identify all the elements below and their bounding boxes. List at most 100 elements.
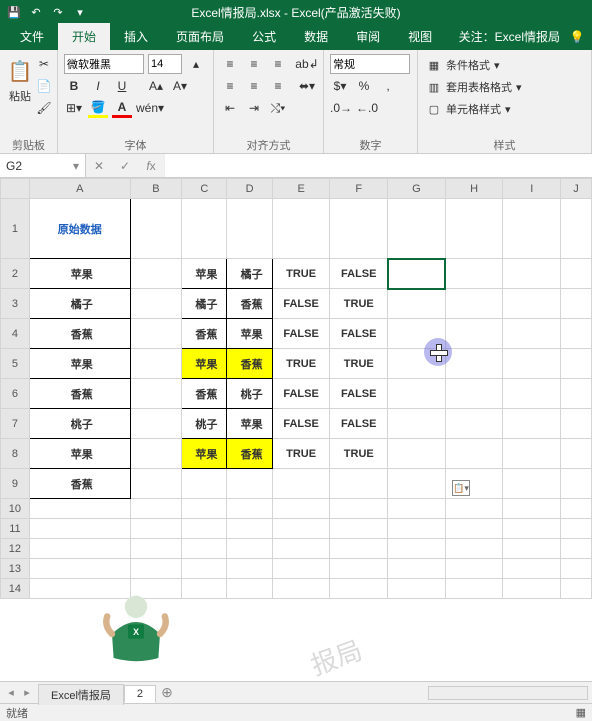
cut-icon[interactable]: ✂ [34, 54, 54, 74]
cell[interactable] [330, 499, 388, 519]
cell[interactable]: TRUE [272, 259, 330, 289]
row-header[interactable]: 7 [1, 409, 30, 439]
cell[interactable]: 香蕉 [227, 349, 272, 379]
cell[interactable] [503, 289, 561, 319]
currency-icon[interactable]: $▾ [330, 76, 350, 96]
cell[interactable] [330, 469, 388, 499]
undo-icon[interactable]: ↶ [28, 4, 44, 20]
redo-icon[interactable]: ↷ [50, 4, 66, 20]
indent-inc-icon[interactable]: ⇥ [244, 98, 264, 118]
cell[interactable] [561, 519, 592, 539]
cell[interactable]: 原始数据 [29, 199, 130, 259]
cell[interactable]: 苹果 [29, 259, 130, 289]
cell[interactable] [388, 259, 446, 289]
conditional-formatting-button[interactable]: ▦ 条件格式▾ [424, 54, 585, 76]
cell[interactable]: FALSE [272, 379, 330, 409]
align-mid-icon[interactable]: ≡ [244, 54, 264, 74]
cell[interactable] [561, 349, 592, 379]
cell[interactable]: 香蕉 [29, 319, 130, 349]
cell[interactable] [272, 469, 330, 499]
wrap-text-icon[interactable]: ab↲ [297, 54, 317, 74]
number-format-combo[interactable] [330, 54, 410, 74]
new-sheet-button[interactable]: ⊕ [156, 684, 178, 701]
cell[interactable] [561, 499, 592, 519]
cell[interactable] [130, 349, 181, 379]
tab-insert[interactable]: 插入 [110, 23, 162, 50]
copy-icon[interactable]: 📄 [34, 76, 54, 96]
cell[interactable]: 苹果 [227, 319, 272, 349]
cell[interactable] [445, 199, 503, 259]
row-header[interactable]: 3 [1, 289, 30, 319]
cell[interactable]: 香蕉 [227, 439, 272, 469]
cell[interactable] [561, 289, 592, 319]
cell[interactable] [130, 559, 181, 579]
row-header[interactable]: 4 [1, 319, 30, 349]
cell[interactable]: 苹果 [227, 409, 272, 439]
cell[interactable]: TRUE [272, 349, 330, 379]
cell[interactable]: FALSE [272, 409, 330, 439]
cell[interactable] [330, 559, 388, 579]
cell[interactable] [503, 519, 561, 539]
col-header-C[interactable]: C [182, 179, 227, 199]
cell[interactable] [388, 409, 446, 439]
fill-color-icon[interactable]: 🪣 [88, 98, 108, 118]
cell[interactable] [330, 579, 388, 599]
cell[interactable] [445, 559, 503, 579]
cell[interactable] [445, 289, 503, 319]
cell[interactable] [561, 559, 592, 579]
cell[interactable]: 香蕉 [182, 379, 227, 409]
cell[interactable] [130, 499, 181, 519]
horizontal-scrollbar[interactable] [428, 686, 588, 700]
cell[interactable] [388, 579, 446, 599]
cell[interactable] [182, 579, 227, 599]
sheet-nav-last-icon[interactable]: ▸ [20, 686, 34, 699]
cell[interactable] [503, 499, 561, 519]
cell[interactable] [182, 539, 227, 559]
col-header-G[interactable]: G [388, 179, 446, 199]
cell[interactable] [330, 519, 388, 539]
cell[interactable] [503, 259, 561, 289]
row-header[interactable]: 1 [1, 199, 30, 259]
cell[interactable]: 桃子 [227, 379, 272, 409]
cell[interactable]: 桃子 [29, 409, 130, 439]
cell[interactable] [272, 519, 330, 539]
cell[interactable] [130, 539, 181, 559]
cell[interactable]: 香蕉 [29, 469, 130, 499]
cell[interactable] [388, 199, 446, 259]
cell[interactable] [130, 379, 181, 409]
font-name-combo[interactable] [64, 54, 144, 74]
cell[interactable]: 桃子 [182, 409, 227, 439]
cell[interactable] [130, 409, 181, 439]
cell[interactable] [503, 469, 561, 499]
cell[interactable] [130, 289, 181, 319]
cell[interactable] [330, 539, 388, 559]
cell[interactable] [503, 409, 561, 439]
cell[interactable] [503, 379, 561, 409]
cell[interactable] [561, 259, 592, 289]
cell[interactable]: FALSE [330, 409, 388, 439]
cell[interactable] [445, 349, 503, 379]
cell[interactable] [130, 439, 181, 469]
align-right-icon[interactable]: ≡ [268, 76, 288, 96]
fx-icon[interactable]: fx [138, 159, 164, 173]
italic-icon[interactable]: I [88, 76, 108, 96]
cell[interactable] [29, 539, 130, 559]
view-normal-icon[interactable]: ▦ [576, 706, 586, 719]
tab-view[interactable]: 视图 [394, 23, 446, 50]
font-shrink-icon[interactable]: A▾ [170, 76, 190, 96]
cell[interactable] [561, 439, 592, 469]
cell[interactable] [561, 319, 592, 349]
cell[interactable] [388, 289, 446, 319]
cell[interactable] [227, 499, 272, 519]
cell[interactable] [561, 579, 592, 599]
row-header[interactable]: 11 [1, 519, 30, 539]
cell[interactable]: 橘子 [29, 289, 130, 319]
cell[interactable]: 苹果 [29, 439, 130, 469]
tab-file[interactable]: 文件 [6, 23, 58, 50]
cell[interactable] [182, 559, 227, 579]
cell[interactable]: TRUE [330, 439, 388, 469]
align-left-icon[interactable]: ≡ [220, 76, 240, 96]
cell[interactable]: 橘子 [182, 289, 227, 319]
cell[interactable] [182, 499, 227, 519]
comma-icon[interactable]: , [378, 76, 398, 96]
